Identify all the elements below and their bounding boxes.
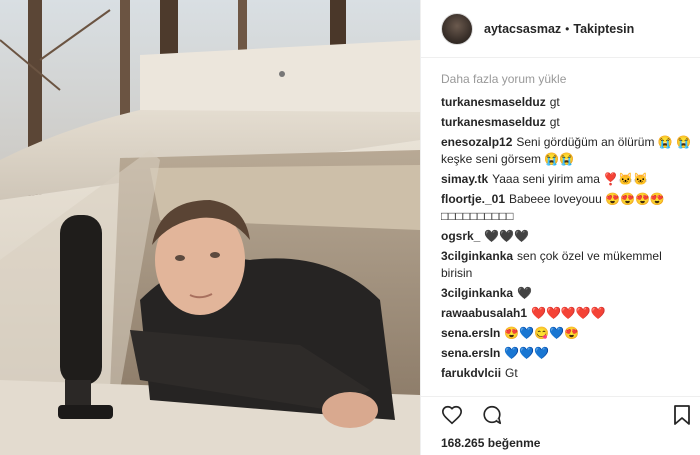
comment: 3cilginkanka sen çok özel ve mükemmel bir… xyxy=(441,248,693,282)
comment-username[interactable]: turkanesmaselduz xyxy=(441,115,546,129)
comment-username[interactable]: rawaabusalah1 xyxy=(441,306,527,320)
comments-list: Daha fazla yorum yükle turkanesmaselduz g… xyxy=(441,72,693,385)
comment-text: ❤️❤️❤️❤️❤️ xyxy=(531,306,606,320)
comment-username[interactable]: 3cilginkanka xyxy=(441,286,513,300)
comment-text: 🖤🖤🖤 xyxy=(484,229,530,243)
post-actions xyxy=(441,404,691,426)
comment-text: Gt xyxy=(505,366,518,380)
heart-icon[interactable] xyxy=(441,404,463,426)
comment-text: gt xyxy=(549,115,560,129)
likes-label: beğenme xyxy=(487,436,541,450)
comment-username[interactable]: sena.ersln xyxy=(441,346,500,360)
post-sidebar: aytacsasmaz • Takiptesin Daha fazla yoru… xyxy=(420,0,700,455)
load-more-comments-link[interactable]: Daha fazla yorum yükle xyxy=(441,72,693,86)
comment: farukdvlcii Gt xyxy=(441,365,693,382)
comment: sena.ersln 😍💙😋💙😍 xyxy=(441,325,693,342)
instagram-post: aytacsasmaz • Takiptesin Daha fazla yoru… xyxy=(0,0,700,455)
comment-username[interactable]: simay.tk xyxy=(441,172,488,186)
comment: ogsrk_ 🖤🖤🖤 xyxy=(441,228,693,245)
comment: turkanesmaselduz gt xyxy=(441,114,693,131)
bookmark-icon[interactable] xyxy=(673,404,691,426)
divider xyxy=(421,396,700,397)
post-header: aytacsasmaz • Takiptesin xyxy=(421,0,700,58)
comment-username[interactable]: ogsrk_ xyxy=(441,229,480,243)
avatar[interactable] xyxy=(441,12,473,45)
likes-number: 168.265 xyxy=(441,436,485,450)
post-photo[interactable] xyxy=(0,0,420,455)
comment-text: 🖤 xyxy=(517,286,532,300)
comment-username[interactable]: floortje._01 xyxy=(441,192,505,206)
comment: enesozalp12 Seni gördüğüm an ölürüm 😭 😭 k… xyxy=(441,134,693,168)
comment-text: Yaaa seni yirim ama ❣️🐱🐱 xyxy=(492,172,649,186)
comment: 3cilginkanka 🖤 xyxy=(441,285,693,302)
follow-status-button[interactable]: Takiptesin xyxy=(573,22,634,36)
comment-icon[interactable] xyxy=(481,404,503,426)
comment: floortje._01 Babeee loveyouu 😍😍😍😍 □□□□□□□… xyxy=(441,191,693,225)
comment-username[interactable]: 3cilginkanka xyxy=(441,249,513,263)
post-photo-illustration xyxy=(0,0,420,455)
post-author-username[interactable]: aytacsasmaz xyxy=(484,22,561,36)
comment-username[interactable]: turkanesmaselduz xyxy=(441,95,546,109)
comment: simay.tk Yaaa seni yirim ama ❣️🐱🐱 xyxy=(441,171,693,188)
comment-username[interactable]: farukdvlcii xyxy=(441,366,501,380)
likes-count[interactable]: 168.265 beğenme xyxy=(441,436,540,450)
comment: turkanesmaselduz gt xyxy=(441,94,693,111)
header-separator: • xyxy=(565,21,570,36)
comment: sena.ersln 💙💙💙 xyxy=(441,345,693,362)
comment-text: gt xyxy=(549,95,560,109)
comment-text: 😍💙😋💙😍 xyxy=(504,326,580,340)
comment-text: 💙💙💙 xyxy=(504,346,550,360)
comment-username[interactable]: enesozalp12 xyxy=(441,135,512,149)
comment: rawaabusalah1 ❤️❤️❤️❤️❤️ xyxy=(441,305,693,322)
comment-username[interactable]: sena.ersln xyxy=(441,326,500,340)
